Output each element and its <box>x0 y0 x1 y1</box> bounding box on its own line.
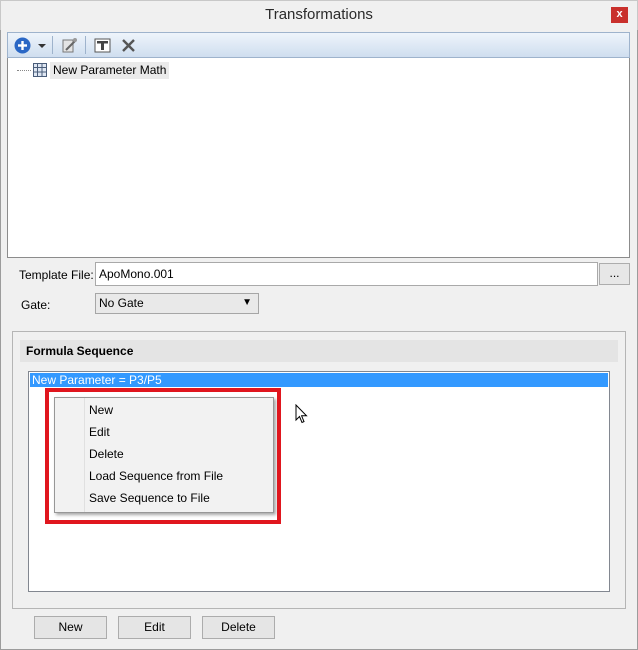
tree-item-new-parameter-math[interactable]: New Parameter Math <box>50 62 170 79</box>
close-button[interactable]: x <box>611 7 628 23</box>
rename-icon[interactable] <box>93 36 112 55</box>
highlight-box <box>45 388 281 524</box>
tree-connector <box>17 70 31 71</box>
delete-button[interactable]: Delete <box>202 616 275 639</box>
template-file-field[interactable]: ApoMono.001 <box>95 262 598 286</box>
mouse-cursor-icon <box>295 403 308 427</box>
gate-select-value: No Gate <box>99 296 144 310</box>
window-title: Transformations <box>265 6 373 23</box>
list-item[interactable]: New Parameter = P3/P5 <box>30 373 608 387</box>
gate-label: Gate: <box>21 298 51 312</box>
toolbar-separator <box>52 36 53 54</box>
parameter-math-icon <box>33 63 47 77</box>
dropdown-arrow-icon[interactable] <box>37 40 47 50</box>
delete-icon[interactable] <box>119 36 138 55</box>
template-file-label: Template File: <box>19 268 94 282</box>
chevron-down-icon: ▼ <box>242 297 252 308</box>
gate-select[interactable]: No Gate ▼ <box>95 293 259 314</box>
toolbar-separator <box>85 36 86 54</box>
formula-sequence-header: Formula Sequence <box>20 340 618 362</box>
browse-button[interactable]: ... <box>599 263 630 285</box>
transformations-tree[interactable] <box>7 58 630 258</box>
wizard-icon[interactable] <box>60 36 79 55</box>
add-icon[interactable] <box>13 36 32 55</box>
new-button[interactable]: New <box>34 616 107 639</box>
edit-button[interactable]: Edit <box>118 616 191 639</box>
